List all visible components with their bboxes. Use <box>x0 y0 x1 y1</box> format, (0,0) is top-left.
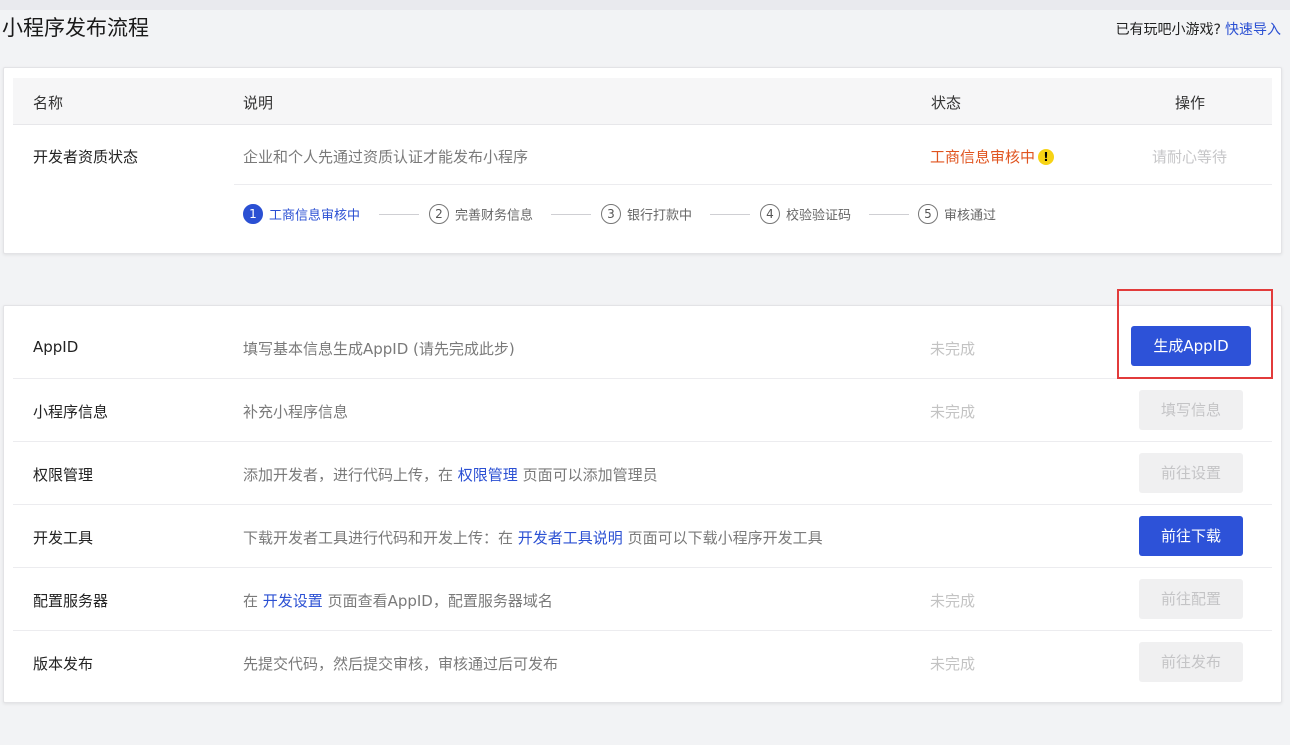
step-5: 5 审核通过 <box>918 204 996 224</box>
wait-text: 请耐心等待 <box>1152 148 1228 166</box>
qualification-desc: 企业和个人先通过资质认证才能发布小程序 <box>243 148 529 166</box>
step-label: 完善财务信息 <box>455 208 534 224</box>
tasks-card: AppID 填写基本信息生成AppID (请先完成此步) 未完成 生成AppID… <box>3 305 1282 703</box>
dev-tools-link[interactable]: 开发者工具说明 <box>518 529 623 547</box>
step-number: 2 <box>429 204 449 224</box>
task-name: 版本发布 <box>33 655 94 673</box>
step-label: 校验验证码 <box>786 208 852 224</box>
task-status: 未完成 <box>930 592 976 610</box>
quick-import: 已有玩吧小游戏? 快速导入 <box>1116 19 1281 39</box>
step-connector <box>869 214 909 215</box>
step-2: 2 完善财务信息 <box>429 204 533 224</box>
step-label: 银行打款中 <box>627 208 693 224</box>
header-desc: 说明 <box>243 94 274 112</box>
desc-text: 页面可以添加管理员 <box>517 466 658 484</box>
header-name: 名称 <box>33 94 64 112</box>
qualification-name: 开发者资质状态 <box>33 148 139 166</box>
desc-text: 页面可以下载小程序开发工具 <box>622 529 823 547</box>
task-desc: 下载开发者工具进行代码和开发上传：在 开发者工具说明 页面可以下载小程序开发工具 <box>243 527 823 548</box>
quick-import-link[interactable]: 快速导入 <box>1225 22 1281 38</box>
task-status: 未完成 <box>930 655 976 673</box>
task-name: AppID <box>33 338 79 356</box>
page-title: 小程序发布流程 <box>2 16 149 40</box>
task-name: 小程序信息 <box>33 403 109 421</box>
task-desc: 先提交代码，然后提交审核，审核通过后可发布 <box>243 655 559 673</box>
step-3: 3 银行打款中 <box>601 204 692 224</box>
go-publish-button[interactable]: 前往发布 <box>1139 642 1243 682</box>
task-desc: 补充小程序信息 <box>243 403 349 421</box>
highlight-box <box>1117 289 1273 379</box>
go-download-button[interactable]: 前往下载 <box>1139 516 1243 556</box>
step-number: 1 <box>243 204 263 224</box>
row-divider <box>13 504 1272 505</box>
top-bar <box>0 0 1290 10</box>
go-config-button[interactable]: 前往配置 <box>1139 579 1243 619</box>
task-status: 未完成 <box>930 403 976 421</box>
table-header: 名称 说明 状态 操作 <box>13 78 1272 125</box>
desc-text: 页面查看AppID，配置服务器域名 <box>322 592 553 610</box>
desc-text: 下载开发者工具进行代码和开发上传：在 <box>243 529 518 547</box>
step-1: 1 工商信息审核中 <box>243 204 360 224</box>
row-divider <box>13 441 1272 442</box>
row-divider <box>13 630 1272 631</box>
row-divider <box>13 378 1272 379</box>
permission-link[interactable]: 权限管理 <box>458 466 518 484</box>
step-label: 审核通过 <box>944 208 997 224</box>
task-name: 配置服务器 <box>33 592 109 610</box>
step-4: 4 校验验证码 <box>760 204 851 224</box>
header-action: 操作 <box>1175 94 1206 112</box>
desc-text: 添加开发者，进行代码上传，在 <box>243 466 458 484</box>
quick-import-text: 已有玩吧小游戏? <box>1115 22 1221 38</box>
desc-text: 在 <box>243 592 263 610</box>
task-name: 权限管理 <box>33 466 94 484</box>
step-number: 3 <box>601 204 621 224</box>
go-settings-button[interactable]: 前往设置 <box>1139 453 1243 493</box>
qualification-card: 名称 说明 状态 操作 开发者资质状态 企业和个人先通过资质认证才能发布小程序 … <box>3 67 1282 254</box>
step-label: 工商信息审核中 <box>269 208 361 224</box>
task-desc: 添加开发者，进行代码上传，在 权限管理 页面可以添加管理员 <box>243 464 658 485</box>
step-connector <box>379 214 419 215</box>
dev-settings-link[interactable]: 开发设置 <box>263 592 323 610</box>
divider <box>234 184 1272 185</box>
header-status: 状态 <box>931 94 962 112</box>
qualification-status: 工商信息审核中! <box>930 146 1055 167</box>
task-status: 未完成 <box>930 340 976 358</box>
step-connector <box>551 214 591 215</box>
task-desc: 填写基本信息生成AppID (请先完成此步) <box>243 340 515 358</box>
task-desc: 在 开发设置 页面查看AppID，配置服务器域名 <box>243 590 553 611</box>
step-number: 4 <box>760 204 780 224</box>
row-divider <box>13 567 1272 568</box>
step-connector <box>710 214 750 215</box>
fill-info-button[interactable]: 填写信息 <box>1139 390 1243 430</box>
step-number: 5 <box>918 204 938 224</box>
warning-icon: ! <box>1038 148 1055 165</box>
qualification-status-text: 工商信息审核中 <box>930 148 1036 166</box>
task-name: 开发工具 <box>33 529 94 547</box>
